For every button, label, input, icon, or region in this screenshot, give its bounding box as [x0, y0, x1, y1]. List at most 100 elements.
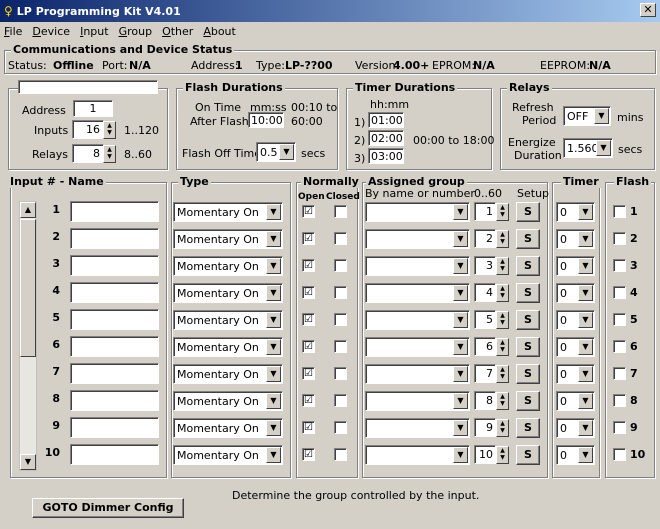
timer-select[interactable]: 0 ▼	[556, 202, 595, 222]
normally-open-checkbox[interactable]: ☑	[302, 313, 315, 326]
normally-open-checkbox[interactable]: ☑	[302, 286, 315, 299]
group-number-field[interactable]: 3	[474, 256, 496, 275]
normally-open-checkbox[interactable]: ☑	[302, 259, 315, 272]
timer-select[interactable]: 0 ▼	[556, 364, 595, 384]
input-type-select[interactable]: Momentary On ▼	[173, 256, 283, 276]
flash-checkbox[interactable]	[613, 313, 626, 326]
normally-closed-checkbox[interactable]	[334, 367, 347, 380]
normally-open-checkbox[interactable]: ☑	[302, 367, 315, 380]
refresh-period-select[interactable]: OFF ▼	[563, 106, 611, 126]
normally-closed-checkbox[interactable]	[334, 421, 347, 434]
after-flash-field[interactable]: 10:00	[248, 112, 284, 128]
input-name-field[interactable]	[70, 282, 159, 303]
menu-group[interactable]: Group	[119, 25, 153, 38]
normally-closed-checkbox[interactable]	[334, 259, 347, 272]
timer-2-field[interactable]: 02:00	[368, 130, 404, 146]
goto-dimmer-config-button[interactable]: GOTO Dimmer Config	[32, 498, 184, 518]
input-type-select[interactable]: Momentary On ▼	[173, 391, 283, 411]
normally-open-checkbox[interactable]: ☑	[302, 448, 315, 461]
relays-field[interactable]: 8	[72, 144, 104, 163]
group-number-field[interactable]: 10	[474, 445, 496, 464]
menu-input[interactable]: Input	[80, 25, 109, 38]
input-name-field[interactable]	[70, 444, 159, 465]
group-number-field[interactable]: 9	[474, 418, 496, 437]
menu-file[interactable]: File	[4, 25, 22, 38]
menu-other[interactable]: Other	[162, 25, 193, 38]
assigned-group-select[interactable]: ▼	[365, 283, 470, 303]
input-name-field[interactable]	[70, 363, 159, 384]
normally-open-checkbox[interactable]: ☑	[302, 421, 315, 434]
timer-select[interactable]: 0 ▼	[556, 418, 595, 438]
relays-spinner[interactable]: ▲ ▼	[103, 145, 116, 163]
timer-select[interactable]: 0 ▼	[556, 391, 595, 411]
group-number-spinner[interactable]: ▲ ▼	[496, 203, 509, 221]
normally-closed-checkbox[interactable]	[334, 448, 347, 461]
timer-select[interactable]: 0 ▼	[556, 445, 595, 465]
device-name-field[interactable]	[18, 80, 158, 94]
group-number-field[interactable]: 6	[474, 337, 496, 356]
group-number-spinner[interactable]: ▲ ▼	[496, 446, 509, 464]
input-type-select[interactable]: Momentary On ▼	[173, 202, 283, 222]
normally-closed-checkbox[interactable]	[334, 340, 347, 353]
group-setup-button[interactable]: S	[516, 283, 540, 303]
group-setup-button[interactable]: S	[516, 391, 540, 411]
assigned-group-select[interactable]: ▼	[365, 364, 470, 384]
group-setup-button[interactable]: S	[516, 418, 540, 438]
group-number-spinner[interactable]: ▲ ▼	[496, 419, 509, 437]
input-name-field[interactable]	[70, 390, 159, 411]
input-type-select[interactable]: Momentary On ▼	[173, 364, 283, 384]
group-number-field[interactable]: 2	[474, 229, 496, 248]
flash-checkbox[interactable]	[613, 205, 626, 218]
input-name-field[interactable]	[70, 228, 159, 249]
group-setup-button[interactable]: S	[516, 337, 540, 357]
flash-checkbox[interactable]	[613, 259, 626, 272]
flash-checkbox[interactable]	[613, 340, 626, 353]
input-name-field[interactable]	[70, 309, 159, 330]
flash-checkbox[interactable]	[613, 421, 626, 434]
input-type-select[interactable]: Momentary On ▼	[173, 337, 283, 357]
timer-select[interactable]: 0 ▼	[556, 337, 595, 357]
input-type-select[interactable]: Momentary On ▼	[173, 283, 283, 303]
normally-closed-checkbox[interactable]	[334, 313, 347, 326]
flash-checkbox[interactable]	[613, 448, 626, 461]
assigned-group-select[interactable]: ▼	[365, 310, 470, 330]
assigned-group-select[interactable]: ▼	[365, 229, 470, 249]
assigned-group-select[interactable]: ▼	[365, 445, 470, 465]
group-number-spinner[interactable]: ▲ ▼	[496, 230, 509, 248]
inputs-field[interactable]: 16	[72, 120, 104, 139]
normally-open-checkbox[interactable]: ☑	[302, 232, 315, 245]
timer-3-field[interactable]: 03:00	[368, 148, 404, 164]
group-number-spinner[interactable]: ▲ ▼	[496, 392, 509, 410]
assigned-group-select[interactable]: ▼	[365, 337, 470, 357]
group-setup-button[interactable]: S	[516, 364, 540, 384]
input-name-field[interactable]	[70, 201, 159, 222]
assigned-group-select[interactable]: ▼	[365, 418, 470, 438]
group-number-spinner[interactable]: ▲ ▼	[496, 284, 509, 302]
energize-duration-select[interactable]: 1.560 ▼	[563, 138, 613, 158]
input-name-field[interactable]	[70, 255, 159, 276]
group-number-spinner[interactable]: ▲ ▼	[496, 311, 509, 329]
group-setup-button[interactable]: S	[516, 202, 540, 222]
timer-1-field[interactable]: 01:00	[368, 112, 404, 128]
input-name-field[interactable]	[70, 417, 159, 438]
flash-checkbox[interactable]	[613, 367, 626, 380]
timer-select[interactable]: 0 ▼	[556, 229, 595, 249]
timer-select[interactable]: 0 ▼	[556, 256, 595, 276]
group-number-field[interactable]: 4	[474, 283, 496, 302]
close-button[interactable]: ✕	[640, 3, 656, 17]
flash-off-select[interactable]: 0.5 ▼	[256, 142, 296, 162]
normally-closed-checkbox[interactable]	[334, 232, 347, 245]
normally-closed-checkbox[interactable]	[334, 205, 347, 218]
input-name-field[interactable]	[70, 336, 159, 357]
flash-checkbox[interactable]	[613, 394, 626, 407]
group-setup-button[interactable]: S	[516, 256, 540, 276]
normally-closed-checkbox[interactable]	[334, 394, 347, 407]
flash-checkbox[interactable]	[613, 232, 626, 245]
group-number-field[interactable]: 5	[474, 310, 496, 329]
scroll-down-button[interactable]: ▼	[20, 454, 36, 470]
assigned-group-select[interactable]: ▼	[365, 391, 470, 411]
assigned-group-select[interactable]: ▼	[365, 202, 470, 222]
normally-open-checkbox[interactable]: ☑	[302, 394, 315, 407]
group-setup-button[interactable]: S	[516, 445, 540, 465]
group-setup-button[interactable]: S	[516, 229, 540, 249]
